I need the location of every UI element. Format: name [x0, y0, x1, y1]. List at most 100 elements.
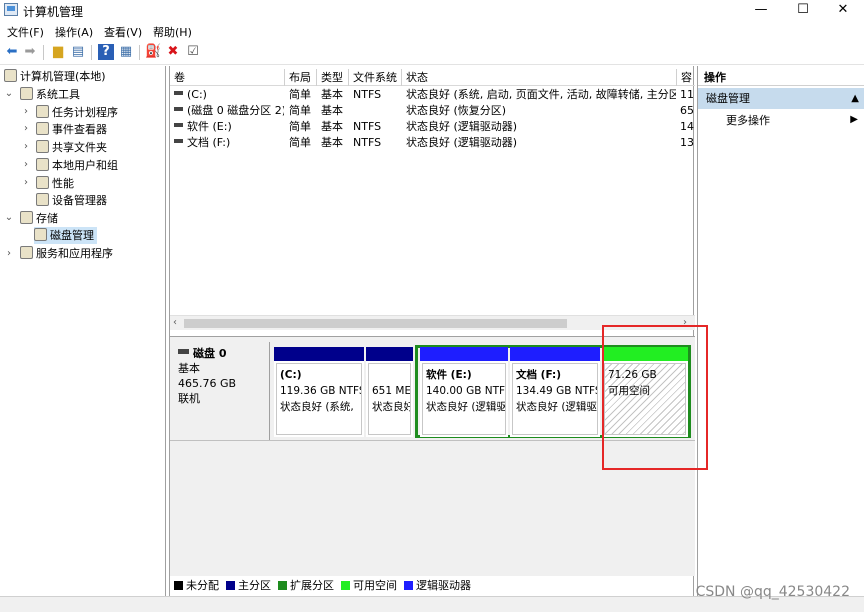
tree-item-local-users[interactable]: 本地用户和组	[36, 157, 118, 174]
toolbar: ⬅ ➡ ▆ ▤ ? ▦ ⛽ ✖ ☑	[0, 41, 864, 65]
tree-item-disk-management[interactable]: 磁盘管理	[34, 227, 97, 244]
chevron-right-icon[interactable]: ›	[4, 248, 14, 259]
scrollbar-thumb[interactable]	[184, 319, 567, 328]
disk-icon	[178, 349, 189, 354]
partition-color-bar	[274, 347, 364, 361]
actions-title: 操作	[698, 69, 864, 86]
table-row[interactable]: (磁盘 0 磁盘分区 2) 简单 基本 状态良好 (恢复分区) 65	[170, 103, 695, 119]
volume-icon	[174, 91, 183, 95]
menu-action[interactable]: 操作(A)	[55, 24, 93, 40]
disk-size: 465.76 GB	[178, 377, 237, 390]
computer-management-icon	[4, 3, 18, 16]
volume-icon	[174, 123, 183, 127]
column-filesystem[interactable]: 文件系统	[349, 69, 402, 86]
tree-item-storage[interactable]: 存储	[20, 210, 58, 227]
actions-section-disk-management[interactable]: 磁盘管理 ▲	[698, 88, 864, 109]
chevron-right-icon[interactable]: ›	[21, 141, 31, 152]
minimize-button[interactable]: —	[741, 0, 781, 20]
scroll-left-icon[interactable]: ‹	[173, 317, 177, 328]
chevron-down-icon[interactable]: ⌄	[4, 88, 14, 99]
column-volume[interactable]: 卷	[170, 69, 285, 86]
shared-folder-icon	[36, 140, 49, 153]
show-hide-icon[interactable]: ▤	[70, 44, 86, 60]
up-folder-icon[interactable]: ▆	[50, 44, 66, 60]
forward-icon[interactable]: ➡	[22, 44, 38, 60]
tree-item-shared-folders[interactable]: 共享文件夹	[36, 139, 107, 156]
tree-item-services-apps[interactable]: 服务和应用程序	[20, 245, 113, 262]
chevron-right-icon[interactable]: ›	[21, 106, 31, 117]
computer-icon	[4, 69, 17, 82]
delete-icon[interactable]: ✖	[165, 44, 181, 60]
volume-icon	[174, 139, 183, 143]
partition-color-bar	[420, 347, 508, 361]
event-viewer-icon	[36, 122, 49, 135]
help-icon[interactable]: ?	[98, 44, 114, 60]
services-icon	[20, 246, 33, 259]
disk-management-icon	[34, 228, 47, 241]
navigation-tree: 计算机管理(本地) ⌄ 系统工具 › 任务计划程序 › 事件查看器 › 共享文件…	[0, 66, 166, 596]
table-row[interactable]: (C:) 简单 基本 NTFS 状态良好 (系统, 启动, 页面文件, 活动, …	[170, 87, 695, 103]
device-manager-icon	[36, 193, 49, 206]
tree-item-task-scheduler[interactable]: 任务计划程序	[36, 104, 118, 121]
maximize-button[interactable]: ☐	[783, 0, 823, 20]
actions-pane: 操作 磁盘管理 ▲ 更多操作 ▶	[697, 66, 864, 596]
column-type[interactable]: 类型	[317, 69, 349, 86]
legend: 未分配 主分区 扩展分区 可用空间 逻辑驱动器	[174, 577, 471, 593]
connect-icon[interactable]: ⛽	[145, 44, 161, 60]
title-bar: 计算机管理 — ☐ ✕	[0, 0, 864, 21]
volume-table-header: 卷 布局 类型 文件系统 状态 容	[170, 69, 695, 86]
partition-f[interactable]: 文档 (F:) 134.49 GB NTFS 状态良好 (逻辑驱	[510, 347, 600, 437]
partition-c[interactable]: (C:) 119.36 GB NTFS 状态良好 (系统,	[274, 347, 364, 437]
properties-icon[interactable]: ▦	[118, 44, 134, 60]
chevron-down-icon[interactable]: ⌄	[4, 212, 14, 223]
menu-help[interactable]: 帮助(H)	[153, 24, 192, 40]
disk-type: 基本	[178, 362, 200, 375]
more-actions[interactable]: 更多操作	[726, 112, 770, 129]
tree-item-performance[interactable]: 性能	[36, 175, 74, 192]
window-title: 计算机管理	[23, 5, 84, 19]
legend-swatch	[278, 581, 287, 590]
toolbar-separator	[139, 45, 140, 60]
clock-icon	[36, 105, 49, 118]
checklist-icon[interactable]: ☑	[185, 44, 201, 60]
tools-icon	[20, 87, 33, 100]
disk-0-label[interactable]: 磁盘 0 基本 465.76 GB 联机	[172, 342, 270, 440]
column-status[interactable]: 状态	[402, 69, 677, 86]
column-capacity[interactable]: 容	[677, 69, 695, 86]
legend-swatch	[174, 581, 183, 590]
close-button[interactable]: ✕	[823, 0, 863, 20]
watermark: CSDN @qq_42530422	[695, 584, 850, 600]
chevron-right-icon[interactable]: ›	[21, 123, 31, 134]
performance-icon	[36, 176, 49, 189]
disk-name: 磁盘 0	[193, 347, 227, 360]
legend-swatch	[404, 581, 413, 590]
chevron-right-icon[interactable]: ›	[21, 177, 31, 188]
tree-item-system-tools[interactable]: 系统工具	[20, 86, 80, 103]
tree-item-device-manager[interactable]: 设备管理器	[36, 192, 107, 209]
partition-recovery[interactable]: 651 ME 状态良好	[366, 347, 413, 437]
highlight-annotation	[602, 325, 708, 470]
chevron-right-icon[interactable]: ▶	[850, 114, 858, 125]
menu-file[interactable]: 文件(F)	[7, 24, 44, 40]
users-icon	[36, 158, 49, 171]
volume-icon	[174, 107, 183, 111]
partition-color-bar	[366, 347, 413, 361]
menu-view[interactable]: 查看(V)	[104, 24, 142, 40]
legend-swatch	[226, 581, 235, 590]
chevron-right-icon[interactable]: ›	[21, 159, 31, 170]
toolbar-separator	[43, 45, 44, 60]
partition-e[interactable]: 软件 (E:) 140.00 GB NTF 状态良好 (逻辑驱	[420, 347, 508, 437]
toolbar-separator	[91, 45, 92, 60]
menu-bar: 文件(F) 操作(A) 查看(V) 帮助(H)	[0, 21, 864, 41]
legend-swatch	[341, 581, 350, 590]
disk-state: 联机	[178, 392, 200, 405]
partition-color-bar	[510, 347, 600, 361]
collapse-up-icon[interactable]: ▲	[851, 88, 859, 109]
back-icon[interactable]: ⬅	[4, 44, 20, 60]
column-layout[interactable]: 布局	[285, 69, 317, 86]
tree-item-event-viewer[interactable]: 事件查看器	[36, 121, 107, 138]
table-row[interactable]: 文档 (F:) 简单 基本 NTFS 状态良好 (逻辑驱动器) 13	[170, 135, 695, 151]
tree-item-computer-management[interactable]: 计算机管理(本地)	[4, 68, 106, 85]
storage-icon	[20, 211, 33, 224]
table-row[interactable]: 软件 (E:) 简单 基本 NTFS 状态良好 (逻辑驱动器) 14	[170, 119, 695, 135]
